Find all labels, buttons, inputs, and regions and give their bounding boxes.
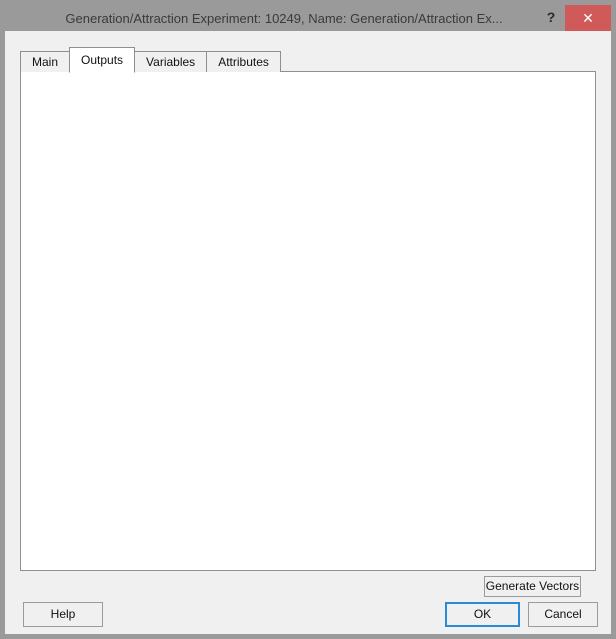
dialog-window: Generation/Attraction Experiment: 10249,… (0, 0, 616, 639)
tab-panel-outputs (20, 71, 596, 571)
tab-main[interactable]: Main (20, 51, 70, 72)
window-title: Generation/Attraction Experiment: 10249,… (5, 11, 537, 26)
footer-separator (5, 591, 611, 592)
tab-outputs[interactable]: Outputs (69, 47, 135, 73)
generate-vectors-button[interactable]: Generate Vectors (484, 576, 581, 597)
help-button[interactable]: Help (23, 602, 103, 627)
dialog-body: Main Outputs Variables Attributes Transp… (5, 31, 611, 634)
tab-variables[interactable]: Variables (134, 51, 207, 72)
help-question-icon[interactable]: ? (537, 5, 565, 31)
title-bar: Generation/Attraction Experiment: 10249,… (5, 5, 611, 31)
cancel-button[interactable]: Cancel (528, 602, 598, 627)
tab-strip: Main Outputs Variables Attributes (20, 47, 280, 72)
ok-button[interactable]: OK (445, 602, 520, 627)
tab-attributes[interactable]: Attributes (206, 51, 281, 72)
close-icon[interactable]: ✕ (565, 5, 611, 31)
